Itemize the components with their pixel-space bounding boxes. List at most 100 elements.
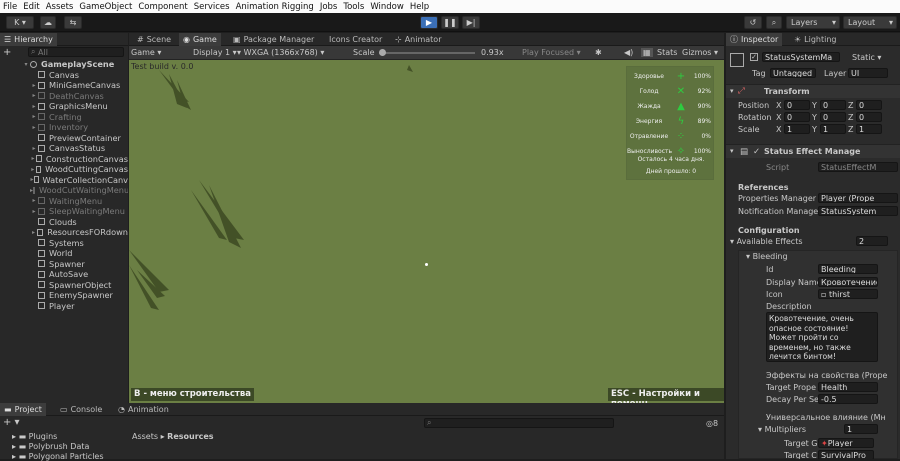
hierarchy-item[interactable]: AutoSave — [0, 269, 128, 280]
hierarchy-item[interactable]: PreviewContainer — [0, 133, 128, 144]
hierarchy-item[interactable]: World — [0, 248, 128, 259]
hierarchy-item[interactable]: SpawnerObject — [0, 280, 128, 291]
tab-package-manager[interactable]: ▣ Package Manager — [229, 33, 318, 46]
display-name-field[interactable]: Кровотечение — [818, 277, 878, 287]
pause-button[interactable]: ❚❚ — [441, 16, 459, 29]
layout-dropdown[interactable]: Layout ▾ — [843, 16, 897, 29]
menu-item[interactable]: Assets — [43, 2, 77, 12]
add-button[interactable]: + — [3, 47, 11, 58]
tab-project[interactable]: ▬ Project — [0, 403, 46, 416]
hierarchy-item[interactable]: Clouds — [0, 217, 128, 228]
folder-item[interactable]: ▸ ▬ Plugins — [12, 432, 57, 441]
display-dropdown[interactable]: Display 1 ▾ — [193, 48, 237, 57]
transform-header[interactable]: ▾ ⤢ Transform — [726, 84, 900, 98]
tab-hierarchy[interactable]: ☰ Hierarchy — [0, 33, 57, 46]
folder-item[interactable]: ▸ ▬ Polybrush Data — [12, 442, 89, 451]
layer-dropdown[interactable]: UI — [848, 68, 888, 78]
transform-value-field[interactable]: 0 — [784, 112, 810, 122]
notification-manager-field[interactable]: StatusSystem — [818, 206, 898, 216]
layers-dropdown[interactable]: Layers ▾ — [786, 16, 840, 29]
hierarchy-search-input[interactable]: ⌕ All — [28, 47, 124, 57]
expand-arrow-icon[interactable]: ▸ — [30, 113, 38, 120]
expand-arrow-icon[interactable]: ▾ — [22, 61, 30, 68]
tab-icons-creator[interactable]: Icons Creator — [325, 33, 386, 46]
play-button[interactable]: ▶ — [420, 16, 438, 29]
multipliers-foldout[interactable]: ▾ Multipliers — [758, 425, 806, 434]
hierarchy-item[interactable]: Spawner — [0, 259, 128, 270]
hierarchy-item[interactable]: ▸ ResourcesFORdown — [0, 227, 128, 238]
search-icon[interactable]: ⌕ — [766, 16, 782, 29]
bleeding-foldout[interactable]: ▾ Bleeding — [746, 252, 788, 261]
transform-value-field[interactable]: 1 — [784, 124, 810, 134]
tab-game[interactable]: ◉ Game — [179, 33, 221, 46]
target-c-field[interactable]: SurvivalPro — [818, 450, 874, 459]
hierarchy-item[interactable]: Systems — [0, 238, 128, 249]
menu-item[interactable]: Edit — [20, 2, 42, 12]
expand-arrow-icon[interactable]: ▸ — [30, 229, 37, 236]
menu-item[interactable]: File — [0, 2, 20, 12]
menu-item[interactable]: Animation Rigging — [233, 2, 317, 12]
hierarchy-item[interactable]: ▸ DeathCanvas — [0, 91, 128, 102]
scale-slider-thumb[interactable] — [379, 49, 386, 56]
hierarchy-item[interactable]: ▸ MiniGameCanvas — [0, 80, 128, 91]
menu-item[interactable]: Jobs — [317, 2, 341, 12]
menu-item[interactable]: GameObject — [76, 2, 135, 12]
object-name-field[interactable]: StatusSystemMa — [762, 52, 840, 62]
hierarchy-item[interactable]: Player — [0, 301, 128, 312]
properties-manager-field[interactable]: Player (Prope — [818, 193, 898, 203]
collab-icon[interactable]: ⇆ — [64, 16, 82, 29]
expand-arrow-icon[interactable]: ▸ — [30, 82, 38, 89]
hierarchy-item[interactable]: ▸ Crafting — [0, 112, 128, 123]
id-field[interactable]: Bleeding — [818, 264, 878, 274]
hierarchy-item[interactable]: ▸ WaitingMenu — [0, 196, 128, 207]
menu-item[interactable]: Help — [407, 2, 432, 12]
enabled-checkbox[interactable]: ✓ — [753, 147, 760, 157]
transform-value-field[interactable]: 0 — [820, 100, 846, 110]
expand-arrow-icon[interactable]: ▸ — [30, 208, 38, 215]
transform-value-field[interactable]: 0 — [856, 100, 882, 110]
tab-animation[interactable]: ◔ Animation — [114, 403, 173, 416]
hierarchy-item[interactable]: ▸ SleepWaitingMenu — [0, 206, 128, 217]
expand-arrow-icon[interactable]: ▸ — [30, 145, 38, 152]
description-textarea[interactable]: Кровотечение, очень опасное состояние! М… — [766, 312, 878, 362]
breadcrumb-root[interactable]: Assets — [132, 432, 158, 441]
menu-item[interactable]: Window — [367, 2, 407, 12]
multipliers-count[interactable]: 1 — [844, 424, 878, 434]
game-mode-dropdown[interactable]: Game ▾ — [131, 48, 161, 57]
hierarchy-item[interactable]: ▸ WaterCollectionCanv — [0, 175, 129, 186]
hierarchy-item[interactable]: ▸ WoodCutWaitingMenu — [0, 185, 128, 196]
step-button[interactable]: ▶| — [462, 16, 480, 29]
available-effects-count[interactable]: 2 — [856, 236, 888, 246]
transform-value-field[interactable]: 1 — [856, 124, 882, 134]
tab-console[interactable]: ▭ Console — [56, 403, 106, 416]
hierarchy-item[interactable]: ▾ GameplayScene — [0, 59, 128, 70]
hierarchy-item[interactable]: ▸ CanvasStatus — [0, 143, 128, 154]
transform-value-field[interactable]: 1 — [820, 124, 846, 134]
target-g-field[interactable]: ✦ Player — [818, 438, 874, 448]
icon-field[interactable]: ▫ thirst — [818, 289, 878, 299]
audio-icon[interactable]: ◀) — [624, 48, 633, 57]
transform-value-field[interactable]: 0 — [784, 100, 810, 110]
decay-field[interactable]: -0.5 — [818, 394, 878, 404]
expand-arrow-icon[interactable]: ▸ — [30, 103, 38, 110]
menu-item[interactable]: Tools — [340, 2, 367, 12]
menu-item[interactable]: Component — [135, 2, 190, 12]
project-search-input[interactable]: ⌕ — [424, 418, 614, 428]
hierarchy-item[interactable]: EnemySpawner — [0, 290, 128, 301]
tag-dropdown[interactable]: Untagged — [770, 68, 816, 78]
create-button[interactable]: + ▾ — [3, 417, 20, 428]
cloud-icon[interactable]: ☁ — [40, 16, 56, 29]
tab-animator[interactable]: ⊹ Animator — [391, 33, 445, 46]
tab-lighting[interactable]: ☀ Lighting — [790, 33, 841, 46]
folder-item[interactable]: ▸ ▬ Polygonal Particles — [12, 452, 104, 461]
static-dropdown[interactable]: Static ▾ — [852, 53, 881, 62]
tab-inspector[interactable]: ⓘ Inspector — [726, 33, 783, 46]
transform-value-field[interactable]: 0 — [820, 112, 846, 122]
active-checkbox[interactable]: ✓ — [750, 53, 758, 61]
stats-button[interactable]: Stats — [657, 48, 677, 57]
status-effect-header[interactable]: ▾ ▤ ✓ Status Effect Manage — [726, 144, 900, 158]
hierarchy-item[interactable]: ▸ Inventory — [0, 122, 128, 133]
bug-icon[interactable]: ✱ — [595, 48, 602, 57]
play-focused-dropdown[interactable]: Play Focused ▾ — [522, 48, 581, 57]
hierarchy-item[interactable]: Canvas — [0, 70, 128, 81]
